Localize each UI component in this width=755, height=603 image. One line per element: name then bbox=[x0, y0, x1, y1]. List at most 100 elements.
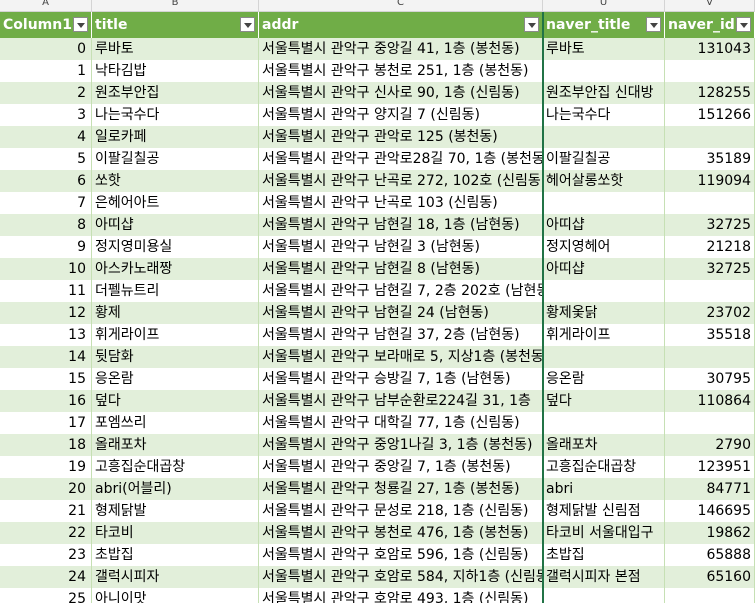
filter-dropdown-icon[interactable] bbox=[240, 17, 255, 32]
header-title[interactable]: title bbox=[92, 12, 259, 38]
cell-column1[interactable]: 21 bbox=[0, 500, 92, 522]
cell-title[interactable]: 나는국수다 bbox=[92, 104, 259, 126]
cell-column1[interactable]: 6 bbox=[0, 170, 92, 192]
cell-naver-title[interactable]: 황제옻닭 bbox=[543, 302, 665, 324]
cell-naver-title[interactable] bbox=[543, 126, 665, 148]
cell-addr[interactable]: 서울특별시 관악구 문성로 218, 1층 (신림동) bbox=[259, 500, 543, 522]
cell-column1[interactable]: 1 bbox=[0, 60, 92, 82]
cell-naver-id[interactable]: 131043 bbox=[665, 38, 755, 60]
cell-naver-id[interactable]: 146695 bbox=[665, 500, 755, 522]
cell-naver-id[interactable]: 32725 bbox=[665, 214, 755, 236]
cell-column1[interactable]: 18 bbox=[0, 434, 92, 456]
cell-column1[interactable]: 25 bbox=[0, 588, 92, 603]
cell-title[interactable]: 일로카페 bbox=[92, 126, 259, 148]
cell-naver-title[interactable] bbox=[543, 60, 665, 82]
cell-column1[interactable]: 0 bbox=[0, 38, 92, 60]
cell-title[interactable]: 타코비 bbox=[92, 522, 259, 544]
cell-naver-title[interactable] bbox=[543, 346, 665, 368]
cell-naver-id[interactable] bbox=[665, 60, 755, 82]
cell-naver-title[interactable]: abri bbox=[543, 478, 665, 500]
cell-naver-id[interactable]: 110864 bbox=[665, 390, 755, 412]
cell-title[interactable]: 아띠샵 bbox=[92, 214, 259, 236]
filter-dropdown-icon[interactable] bbox=[524, 17, 539, 32]
filter-dropdown-icon[interactable] bbox=[73, 17, 88, 32]
cell-naver-title[interactable]: 타코비 서울대입구 bbox=[543, 522, 665, 544]
cell-naver-title[interactable]: 헤어살롱쏘핫 bbox=[543, 170, 665, 192]
cell-column1[interactable]: 12 bbox=[0, 302, 92, 324]
header-column1[interactable]: Column1 bbox=[0, 12, 92, 38]
cell-naver-id[interactable]: 19862 bbox=[665, 522, 755, 544]
cell-column1[interactable]: 11 bbox=[0, 280, 92, 302]
cell-title[interactable]: 은헤어아트 bbox=[92, 192, 259, 214]
cell-title[interactable]: 초밥집 bbox=[92, 544, 259, 566]
cell-naver-id[interactable]: 2790 bbox=[665, 434, 755, 456]
cell-column1[interactable]: 2 bbox=[0, 82, 92, 104]
cell-naver-title[interactable]: 올래포차 bbox=[543, 434, 665, 456]
cell-title[interactable]: 포엠쓰리 bbox=[92, 412, 259, 434]
cell-naver-id[interactable] bbox=[665, 280, 755, 302]
cell-title[interactable]: 아니이맛 bbox=[92, 588, 259, 603]
cell-naver-id[interactable] bbox=[665, 126, 755, 148]
cell-naver-title[interactable]: 응온람 bbox=[543, 368, 665, 390]
cell-naver-title[interactable]: 원조부안집 신대방 bbox=[543, 82, 665, 104]
cell-naver-id[interactable] bbox=[665, 346, 755, 368]
cell-addr[interactable]: 서울특별시 관악구 호암로 596, 1층 (신림동) bbox=[259, 544, 543, 566]
cell-naver-id[interactable]: 21218 bbox=[665, 236, 755, 258]
cell-addr[interactable]: 서울특별시 관악구 보라매로 5, 지상1층 (봉천동) bbox=[259, 346, 543, 368]
cell-naver-title[interactable]: 아띠샵 bbox=[543, 258, 665, 280]
cell-title[interactable]: 고흥집순대곱창 bbox=[92, 456, 259, 478]
column-letter-b[interactable]: B bbox=[92, 0, 259, 11]
cell-title[interactable]: 아스카노래짱 bbox=[92, 258, 259, 280]
cell-addr[interactable]: 서울특별시 관악구 남현길 24 (남현동) bbox=[259, 302, 543, 324]
cell-naver-id[interactable] bbox=[665, 588, 755, 603]
cell-addr[interactable]: 서울특별시 관악구 남현길 7, 2층 202호 (남현동) bbox=[259, 280, 543, 302]
cell-title[interactable]: 원조부안집 bbox=[92, 82, 259, 104]
cell-naver-title[interactable]: 나는국수다 bbox=[543, 104, 665, 126]
cell-addr[interactable]: 서울특별시 관악구 난곡로 272, 102호 (신림동) bbox=[259, 170, 543, 192]
cell-naver-id[interactable] bbox=[665, 192, 755, 214]
cell-addr[interactable]: 서울특별시 관악구 중앙길 7, 1층 (봉천동) bbox=[259, 456, 543, 478]
cell-column1[interactable]: 10 bbox=[0, 258, 92, 280]
cell-naver-title[interactable]: 정지영헤어 bbox=[543, 236, 665, 258]
cell-title[interactable]: 형제닭발 bbox=[92, 500, 259, 522]
filter-dropdown-icon[interactable] bbox=[736, 17, 751, 32]
header-naver-id[interactable]: naver_id bbox=[665, 12, 755, 38]
cell-column1[interactable]: 14 bbox=[0, 346, 92, 368]
cell-naver-id[interactable]: 35189 bbox=[665, 148, 755, 170]
cell-column1[interactable]: 9 bbox=[0, 236, 92, 258]
cell-naver-id[interactable]: 119094 bbox=[665, 170, 755, 192]
cell-title[interactable]: 이팔길칠공 bbox=[92, 148, 259, 170]
column-letter-c[interactable]: C bbox=[259, 0, 543, 11]
cell-column1[interactable]: 17 bbox=[0, 412, 92, 434]
cell-column1[interactable]: 7 bbox=[0, 192, 92, 214]
cell-title[interactable]: 더펠뉴트리 bbox=[92, 280, 259, 302]
cell-addr[interactable]: 서울특별시 관악구 남부순환로224길 31, 1층 bbox=[259, 390, 543, 412]
cell-naver-id[interactable]: 151266 bbox=[665, 104, 755, 126]
cell-naver-id[interactable]: 30795 bbox=[665, 368, 755, 390]
cell-naver-title[interactable]: 형제닭발 신림점 bbox=[543, 500, 665, 522]
cell-naver-title[interactable]: 이팔길칠공 bbox=[543, 148, 665, 170]
cell-naver-title[interactable]: 덮다 bbox=[543, 390, 665, 412]
cell-naver-title[interactable] bbox=[543, 280, 665, 302]
cell-title[interactable]: abri(어블리) bbox=[92, 478, 259, 500]
cell-title[interactable]: 낙타김밥 bbox=[92, 60, 259, 82]
cell-addr[interactable]: 서울특별시 관악구 대학길 77, 1층 (신림동) bbox=[259, 412, 543, 434]
cell-addr[interactable]: 서울특별시 관악구 남현길 3 (남현동) bbox=[259, 236, 543, 258]
cell-naver-id[interactable]: 123951 bbox=[665, 456, 755, 478]
cell-title[interactable]: 휘게라이프 bbox=[92, 324, 259, 346]
cell-addr[interactable]: 서울특별시 관악구 남현길 37, 2층 (남현동) bbox=[259, 324, 543, 346]
cell-naver-title[interactable] bbox=[543, 192, 665, 214]
cell-column1[interactable]: 20 bbox=[0, 478, 92, 500]
cell-naver-id[interactable]: 128255 bbox=[665, 82, 755, 104]
cell-naver-title[interactable]: 고흥집순대곱창 bbox=[543, 456, 665, 478]
cell-addr[interactable]: 서울특별시 관악구 난곡로 103 (신림동) bbox=[259, 192, 543, 214]
cell-column1[interactable]: 4 bbox=[0, 126, 92, 148]
cell-addr[interactable]: 서울특별시 관악구 관악로 125 (봉천동) bbox=[259, 126, 543, 148]
cell-naver-id[interactable]: 35518 bbox=[665, 324, 755, 346]
cell-title[interactable]: 갤럭시피자 bbox=[92, 566, 259, 588]
cell-addr[interactable]: 서울특별시 관악구 남현길 8 (남현동) bbox=[259, 258, 543, 280]
cell-naver-id[interactable]: 65160 bbox=[665, 566, 755, 588]
cell-naver-id[interactable]: 32725 bbox=[665, 258, 755, 280]
cell-naver-id[interactable]: 84771 bbox=[665, 478, 755, 500]
cell-column1[interactable]: 15 bbox=[0, 368, 92, 390]
